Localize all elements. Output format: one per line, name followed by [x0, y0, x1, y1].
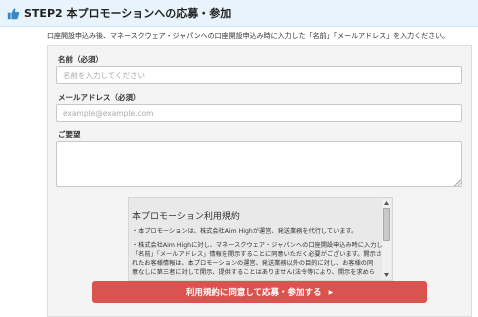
terms-line: ・本プロモーションは、株式会社Aim Highが運営、発送業務を代行しています。 [132, 228, 358, 235]
scroll-down-arrow-icon[interactable] [382, 271, 391, 279]
terms-box[interactable]: 本プロモーション利用規約 ・本プロモーションは、株式会社Aim Highが運営、… [128, 197, 393, 281]
request-label: ご要望 [58, 130, 81, 139]
terms-line: れたお客様情報は、本プロモーションの運営、発送業務以外の目的に対し、お客様の同 [132, 260, 374, 267]
terms-line: 「名前」「メールアドレス」情報を開示することに同意いただく必要がございます。開示… [132, 251, 382, 258]
submit-button[interactable]: 利用規約に同意して応募・参加する ▶ [92, 281, 427, 303]
request-textarea[interactable] [56, 141, 462, 187]
step-header: STEP2 本プロモーションへの応募・参加 [0, 0, 478, 27]
submit-button-label: 利用規約に同意して応募・参加する [185, 288, 322, 298]
name-input[interactable] [56, 66, 462, 84]
name-label: 名前（必須） [58, 55, 103, 64]
email-input[interactable] [56, 104, 462, 122]
terms-line: 意なしに第三者に対して開示、提供することはありません(法令等により、開示を求めら [132, 269, 375, 276]
thumbs-up-icon [7, 8, 20, 19]
terms-scrollbar[interactable] [382, 199, 391, 279]
scroll-up-arrow-icon[interactable] [382, 199, 391, 207]
terms-line: ・株式会社Aim Highに対し、マネースクウェア・ジャパンへの口座開設申込み時… [132, 242, 382, 249]
play-arrow-icon: ▶ [328, 288, 334, 296]
page-title: STEP2 本プロモーションへの応募・参加 [24, 7, 232, 20]
terms-title: 本プロモーション利用規約 [132, 212, 240, 222]
terms-content: 本プロモーション利用規約 ・本プロモーションは、株式会社Aim Highが運営、… [132, 209, 382, 277]
instruction-text: 口座開設申込み後、マネースクウェア・ジャパンへの口座開設申込み時に入力した「名前… [47, 32, 450, 40]
entry-form: 名前（必須） メールアドレス（必須） ご要望 本プロモーション利用規約 ・本プロ… [47, 45, 472, 317]
scroll-thumb[interactable] [383, 208, 390, 241]
email-label: メールアドレス（必須） [58, 93, 141, 102]
resize-grip-icon[interactable] [454, 179, 461, 186]
